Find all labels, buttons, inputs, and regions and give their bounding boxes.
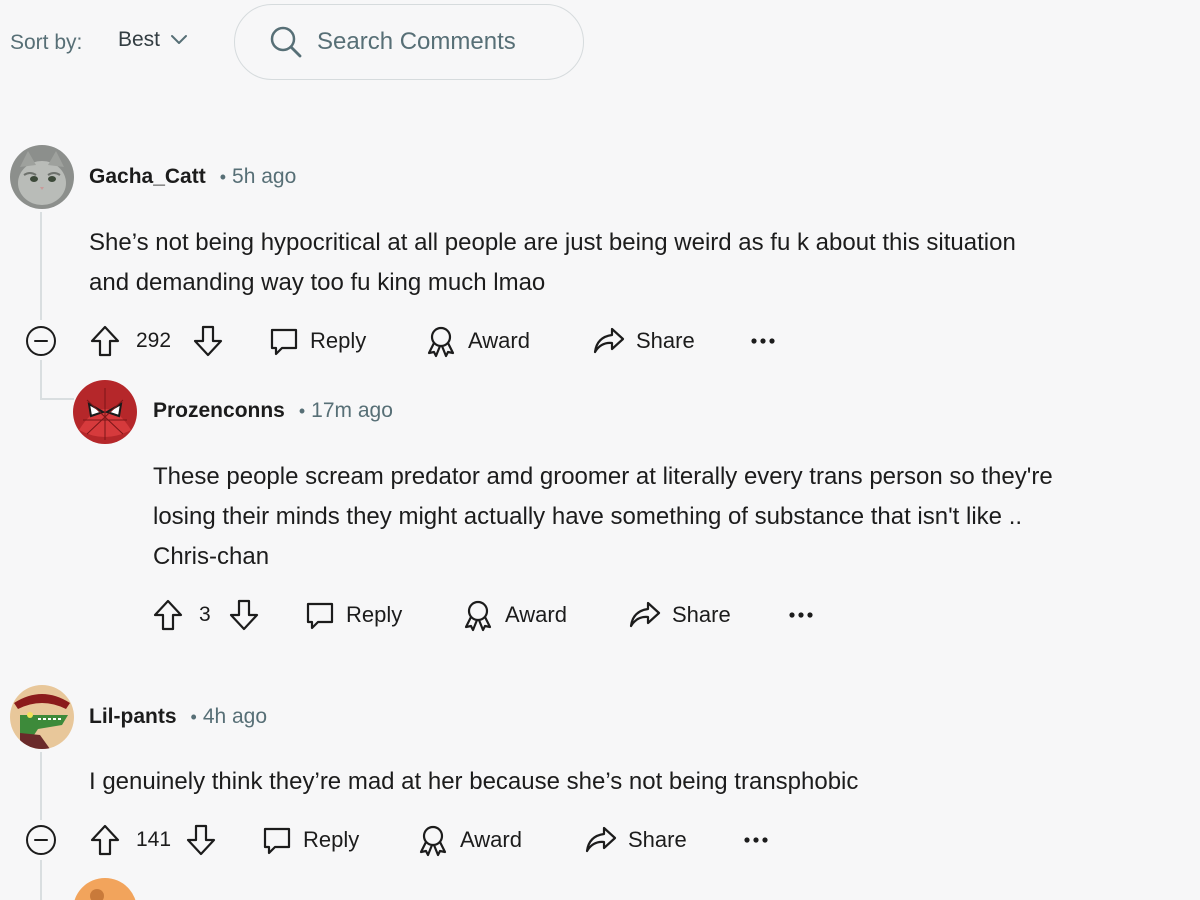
- share-label: Share: [628, 827, 687, 852]
- award-button[interactable]: Award: [424, 319, 530, 363]
- share-button[interactable]: Share: [628, 593, 731, 637]
- avatar[interactable]: [73, 380, 137, 444]
- reply-label: Reply: [310, 328, 367, 353]
- more-options-button[interactable]: [788, 593, 814, 637]
- comment-line: These people scream predator amd groomer…: [153, 463, 1053, 490]
- author-name[interactable]: Lil-pants: [89, 705, 177, 729]
- downvote-button[interactable]: [192, 319, 224, 363]
- timestamp: 4h ago: [202, 705, 268, 728]
- award-button[interactable]: Award: [416, 818, 522, 862]
- author-name[interactable]: Prozenconns: [153, 399, 285, 423]
- separator-dot: •: [219, 167, 227, 187]
- comment-meta: Lil-pants • 4h ago: [89, 705, 267, 729]
- search-icon: [269, 25, 303, 59]
- comment-line: Chris-chan: [153, 543, 270, 570]
- avatar[interactable]: [73, 878, 137, 900]
- upvote-icon: [89, 324, 121, 358]
- award-label: Award: [460, 827, 522, 852]
- timestamp: 5h ago: [232, 165, 297, 188]
- downvote-button[interactable]: [185, 818, 217, 862]
- downvote-icon: [192, 324, 224, 358]
- more-options-button[interactable]: [743, 818, 769, 862]
- more-options-button[interactable]: [750, 319, 776, 363]
- comments-page: Sort by: Best Gacha_Catt • 5h ago: [0, 0, 1200, 900]
- upvote-icon: [89, 823, 121, 857]
- award-label: Award: [468, 328, 530, 353]
- comment-line: losing their minds they might actually h…: [153, 503, 1023, 530]
- downvote-icon: [185, 823, 217, 857]
- upvote-button[interactable]: [89, 818, 121, 862]
- downvote-button[interactable]: [228, 593, 260, 637]
- comment-bubble-icon: [304, 599, 336, 631]
- more-options-icon: [743, 836, 769, 844]
- comment-bubble-icon: [268, 325, 300, 357]
- sort-dropdown[interactable]: Best: [118, 28, 188, 52]
- award-icon: [416, 823, 450, 857]
- reply-label: Reply: [303, 827, 360, 852]
- share-button[interactable]: Share: [584, 818, 687, 862]
- upvote-button[interactable]: [152, 593, 184, 637]
- comment-body: These people scream predator amd groomer…: [153, 457, 1193, 577]
- timestamp: 17m ago: [311, 399, 393, 422]
- vote-count: 292: [136, 329, 172, 352]
- comment-meta: Prozenconns • 17m ago: [153, 399, 393, 423]
- search-input[interactable]: [317, 28, 567, 56]
- thread-connector: [40, 398, 74, 400]
- avatar[interactable]: [10, 145, 74, 209]
- share-label: Share: [672, 602, 731, 627]
- thread-line: [40, 212, 42, 320]
- award-icon: [461, 598, 495, 632]
- share-arrow-icon: [628, 599, 662, 631]
- share-arrow-icon: [592, 325, 626, 357]
- award-icon: [424, 324, 458, 358]
- reply-button[interactable]: Reply: [261, 818, 359, 862]
- thread-line: [40, 752, 42, 820]
- more-options-icon: [788, 611, 814, 619]
- reply-button[interactable]: Reply: [304, 593, 402, 637]
- chevron-down-icon: [170, 34, 188, 46]
- comment-actions: 141 Reply Award Share: [0, 818, 1200, 862]
- reply-button[interactable]: Reply: [268, 319, 366, 363]
- comment-meta: Gacha_Catt • 5h ago: [89, 165, 296, 189]
- share-arrow-icon: [584, 824, 618, 856]
- award-button[interactable]: Award: [461, 593, 567, 637]
- comment-actions: 3 Reply Award Share: [0, 593, 1200, 637]
- vote-count: 141: [136, 828, 172, 851]
- comment-body: She’s not being hypocritical at all peop…: [89, 223, 1189, 303]
- comment-line: and demanding way too fu king much lmao: [89, 269, 546, 296]
- separator-dot: •: [190, 707, 197, 727]
- comment-line: I genuinely think they’re mad at her bec…: [89, 768, 859, 795]
- thread-line: [40, 360, 42, 400]
- vote-count: 3: [199, 603, 211, 626]
- thread-line: [40, 860, 42, 900]
- sort-label: Sort by:: [10, 31, 83, 54]
- reply-label: Reply: [346, 602, 403, 627]
- avatar[interactable]: [10, 685, 74, 749]
- comment-body: I genuinely think they’re mad at her bec…: [89, 762, 1189, 802]
- share-label: Share: [636, 328, 695, 353]
- author-name[interactable]: Gacha_Catt: [89, 165, 206, 189]
- award-label: Award: [505, 602, 567, 627]
- comment-actions: 292 Reply Award Share: [0, 319, 1200, 363]
- upvote-button[interactable]: [89, 319, 121, 363]
- downvote-icon: [228, 598, 260, 632]
- share-button[interactable]: Share: [592, 319, 695, 363]
- more-options-icon: [750, 337, 776, 345]
- comment-line: She’s not being hypocritical at all peop…: [89, 229, 1016, 256]
- sort-value: Best: [118, 28, 161, 51]
- search-comments-box[interactable]: [234, 4, 584, 80]
- separator-dot: •: [298, 401, 306, 421]
- upvote-icon: [152, 598, 184, 632]
- comment-bubble-icon: [261, 824, 293, 856]
